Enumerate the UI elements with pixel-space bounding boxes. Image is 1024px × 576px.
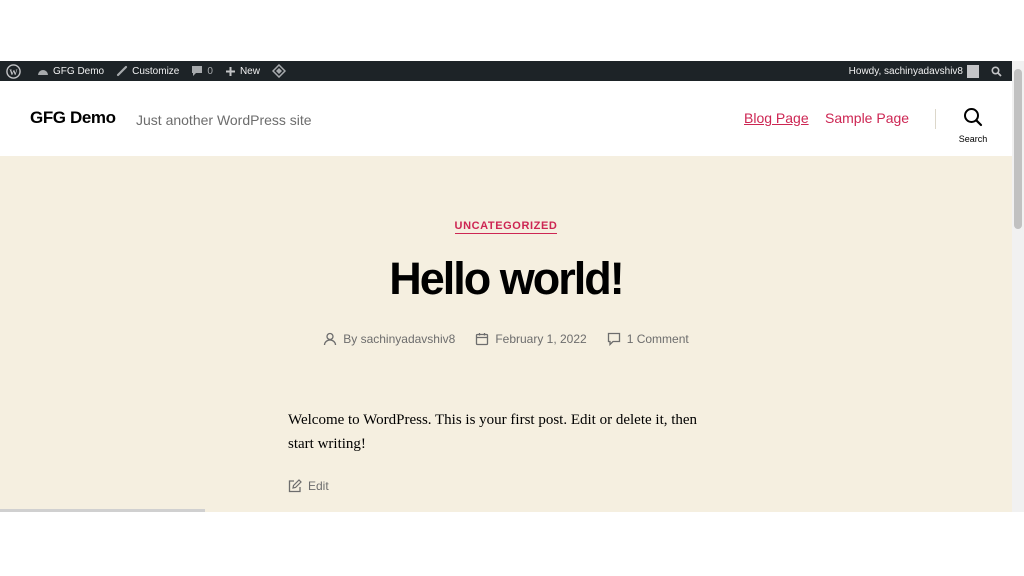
- nav-sample-page[interactable]: Sample Page: [825, 110, 909, 126]
- content-line-2: start writing!: [288, 436, 366, 452]
- site-header: GFG Demo Just another WordPress site Blo…: [0, 81, 1012, 156]
- comment-icon: [192, 66, 203, 76]
- plus-icon: [225, 66, 235, 76]
- post-author[interactable]: By sachinyadavshiv8: [323, 332, 455, 346]
- post-category: UNCATEGORIZED: [0, 216, 1012, 234]
- nav-blog-page[interactable]: Blog Page: [744, 110, 809, 126]
- avatar-icon: [967, 64, 979, 78]
- new-label: New: [239, 65, 260, 77]
- vertical-scrollbar[interactable]: [1012, 61, 1024, 512]
- site-title[interactable]: GFG Demo: [30, 108, 116, 128]
- edit-post-link[interactable]: Edit: [288, 479, 329, 493]
- comment-icon: [607, 332, 620, 346]
- calendar-icon: [476, 333, 489, 346]
- wordpress-logo-icon: W: [6, 63, 21, 79]
- category-link[interactable]: UNCATEGORIZED: [454, 220, 558, 234]
- admin-search[interactable]: [985, 61, 1012, 81]
- edit-label: Edit: [308, 479, 329, 493]
- customize-label: Customize: [132, 65, 180, 77]
- site-description: Just another WordPress site: [136, 112, 312, 128]
- svg-text:W: W: [9, 66, 18, 76]
- search-label: Search: [958, 134, 988, 144]
- post-meta: By sachinyadavshiv8 February 1, 2022 1 C…: [0, 332, 1012, 346]
- horizontal-scrollbar[interactable]: [0, 509, 205, 512]
- post-comments[interactable]: 1 Comment: [607, 332, 689, 346]
- header-divider: [935, 109, 936, 129]
- author-text: By sachinyadavshiv8: [343, 332, 456, 346]
- diamond-icon: [271, 64, 286, 78]
- admin-site-name: GFG Demo: [53, 65, 105, 77]
- post-area: UNCATEGORIZED Hello world! By sachinyada…: [0, 156, 1012, 512]
- scrollbar-thumb[interactable]: [1014, 69, 1022, 229]
- dashboard-icon: [38, 70, 48, 75]
- post-date[interactable]: February 1, 2022: [475, 332, 587, 346]
- howdy-text: Howdy, sachinyadavshiv8: [848, 65, 963, 77]
- customize-link[interactable]: Customize: [110, 61, 185, 81]
- wordpress-logo-button[interactable]: W: [0, 61, 31, 81]
- post-content: Welcome to WordPress. This is your first…: [288, 408, 718, 456]
- brush-icon: [117, 65, 128, 77]
- my-account-menu[interactable]: Howdy, sachinyadavshiv8: [843, 61, 985, 81]
- comments-link[interactable]: 0: [185, 61, 219, 81]
- date-text: February 1, 2022: [495, 332, 587, 346]
- user-icon: [324, 332, 337, 346]
- edit-icon: [288, 479, 302, 493]
- search-icon: [991, 65, 1002, 77]
- admin-bar: W GFG Demo Customize 0 New Howdy, sachin: [0, 61, 1012, 81]
- plugin-menu[interactable]: [266, 61, 296, 81]
- search-icon: [964, 108, 983, 127]
- post-title: Hello world!: [389, 253, 625, 304]
- site-name-menu[interactable]: GFG Demo: [31, 61, 110, 81]
- comments-count: 0: [207, 65, 213, 77]
- new-content-menu[interactable]: New: [219, 61, 266, 81]
- search-toggle-button[interactable]: Search: [956, 107, 990, 147]
- content-line-1: Welcome to WordPress. This is your first…: [288, 412, 698, 428]
- comments-text: 1 Comment: [626, 332, 689, 346]
